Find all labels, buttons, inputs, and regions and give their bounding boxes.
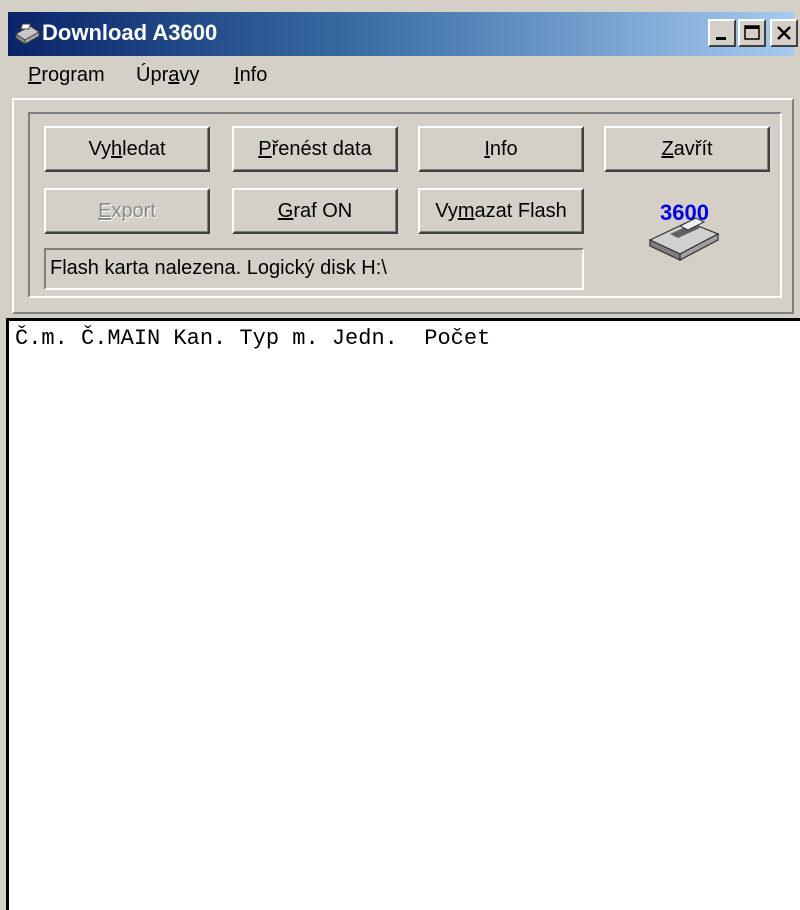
maximize-icon — [744, 25, 760, 40]
menu-program-accel: P — [28, 64, 42, 86]
menu-info[interactable]: Info — [234, 62, 267, 88]
close-button[interactable] — [770, 19, 798, 47]
zavrit-button[interactable]: Zavřít — [604, 126, 770, 172]
vyhledat-rest: ledat — [122, 137, 166, 160]
menu-upravy-accel: a — [168, 64, 180, 86]
graf-accel: G — [277, 199, 294, 222]
menu-info-rest: nfo — [239, 64, 268, 86]
vymazat-rest: azat Flash — [474, 199, 567, 222]
graf-on-button[interactable]: Graf ON — [232, 188, 398, 234]
vyhledat-pre: Vy — [88, 137, 112, 160]
main-window: Download A3600 Program Úpravy Info Vy h le… — [0, 0, 800, 910]
vyhledat-button[interactable]: Vy h ledat — [44, 126, 210, 172]
device-label: 3600 — [660, 200, 709, 225]
info-rest: nfo — [489, 137, 518, 160]
vyhledat-accel: h — [111, 137, 123, 160]
menu-bar: Program Úpravy Info — [8, 58, 794, 92]
vymazat-flash-button[interactable]: Vy m azat Flash — [418, 188, 584, 234]
window-title: Download A3600 — [42, 20, 218, 45]
maximize-button[interactable] — [738, 19, 766, 47]
menu-upravy[interactable]: Úpravy — [136, 62, 199, 88]
info-button[interactable]: Info — [418, 126, 584, 172]
minimize-icon — [716, 37, 726, 40]
menu-upravy-pre: Úpr — [136, 64, 169, 86]
title-bar[interactable]: Download A3600 — [8, 12, 798, 56]
export-accel: E — [98, 199, 112, 222]
menu-program-rest: rogram — [41, 64, 105, 86]
zavrit-rest: avřít — [673, 137, 713, 160]
vymazat-accel: m — [457, 199, 475, 222]
prenest-accel: P — [258, 137, 272, 160]
menu-upravy-rest: vy — [179, 64, 200, 86]
minimize-button[interactable] — [708, 19, 736, 47]
export-rest: xport — [111, 199, 156, 222]
close-icon — [777, 26, 791, 40]
export-button[interactable]: Export — [44, 188, 210, 234]
printer-icon[interactable] — [12, 20, 42, 48]
zavrit-accel: Z — [661, 137, 674, 160]
menu-program[interactable]: Program — [28, 62, 105, 88]
graf-rest: raf ON — [293, 199, 353, 222]
prenest-data-button[interactable]: Přenést data — [232, 126, 398, 172]
prenest-rest: řenést data — [271, 137, 372, 160]
output-text-area[interactable]: Č.m. Č.MAIN Kan. Typ m. Jedn. Počet — [6, 318, 800, 910]
status-field: Flash karta nalezena. Logický disk H:\ — [44, 248, 584, 290]
output-header: Č.m. Č.MAIN Kan. Typ m. Jedn. Počet — [15, 326, 491, 351]
vymazat-pre: Vy — [435, 199, 458, 222]
